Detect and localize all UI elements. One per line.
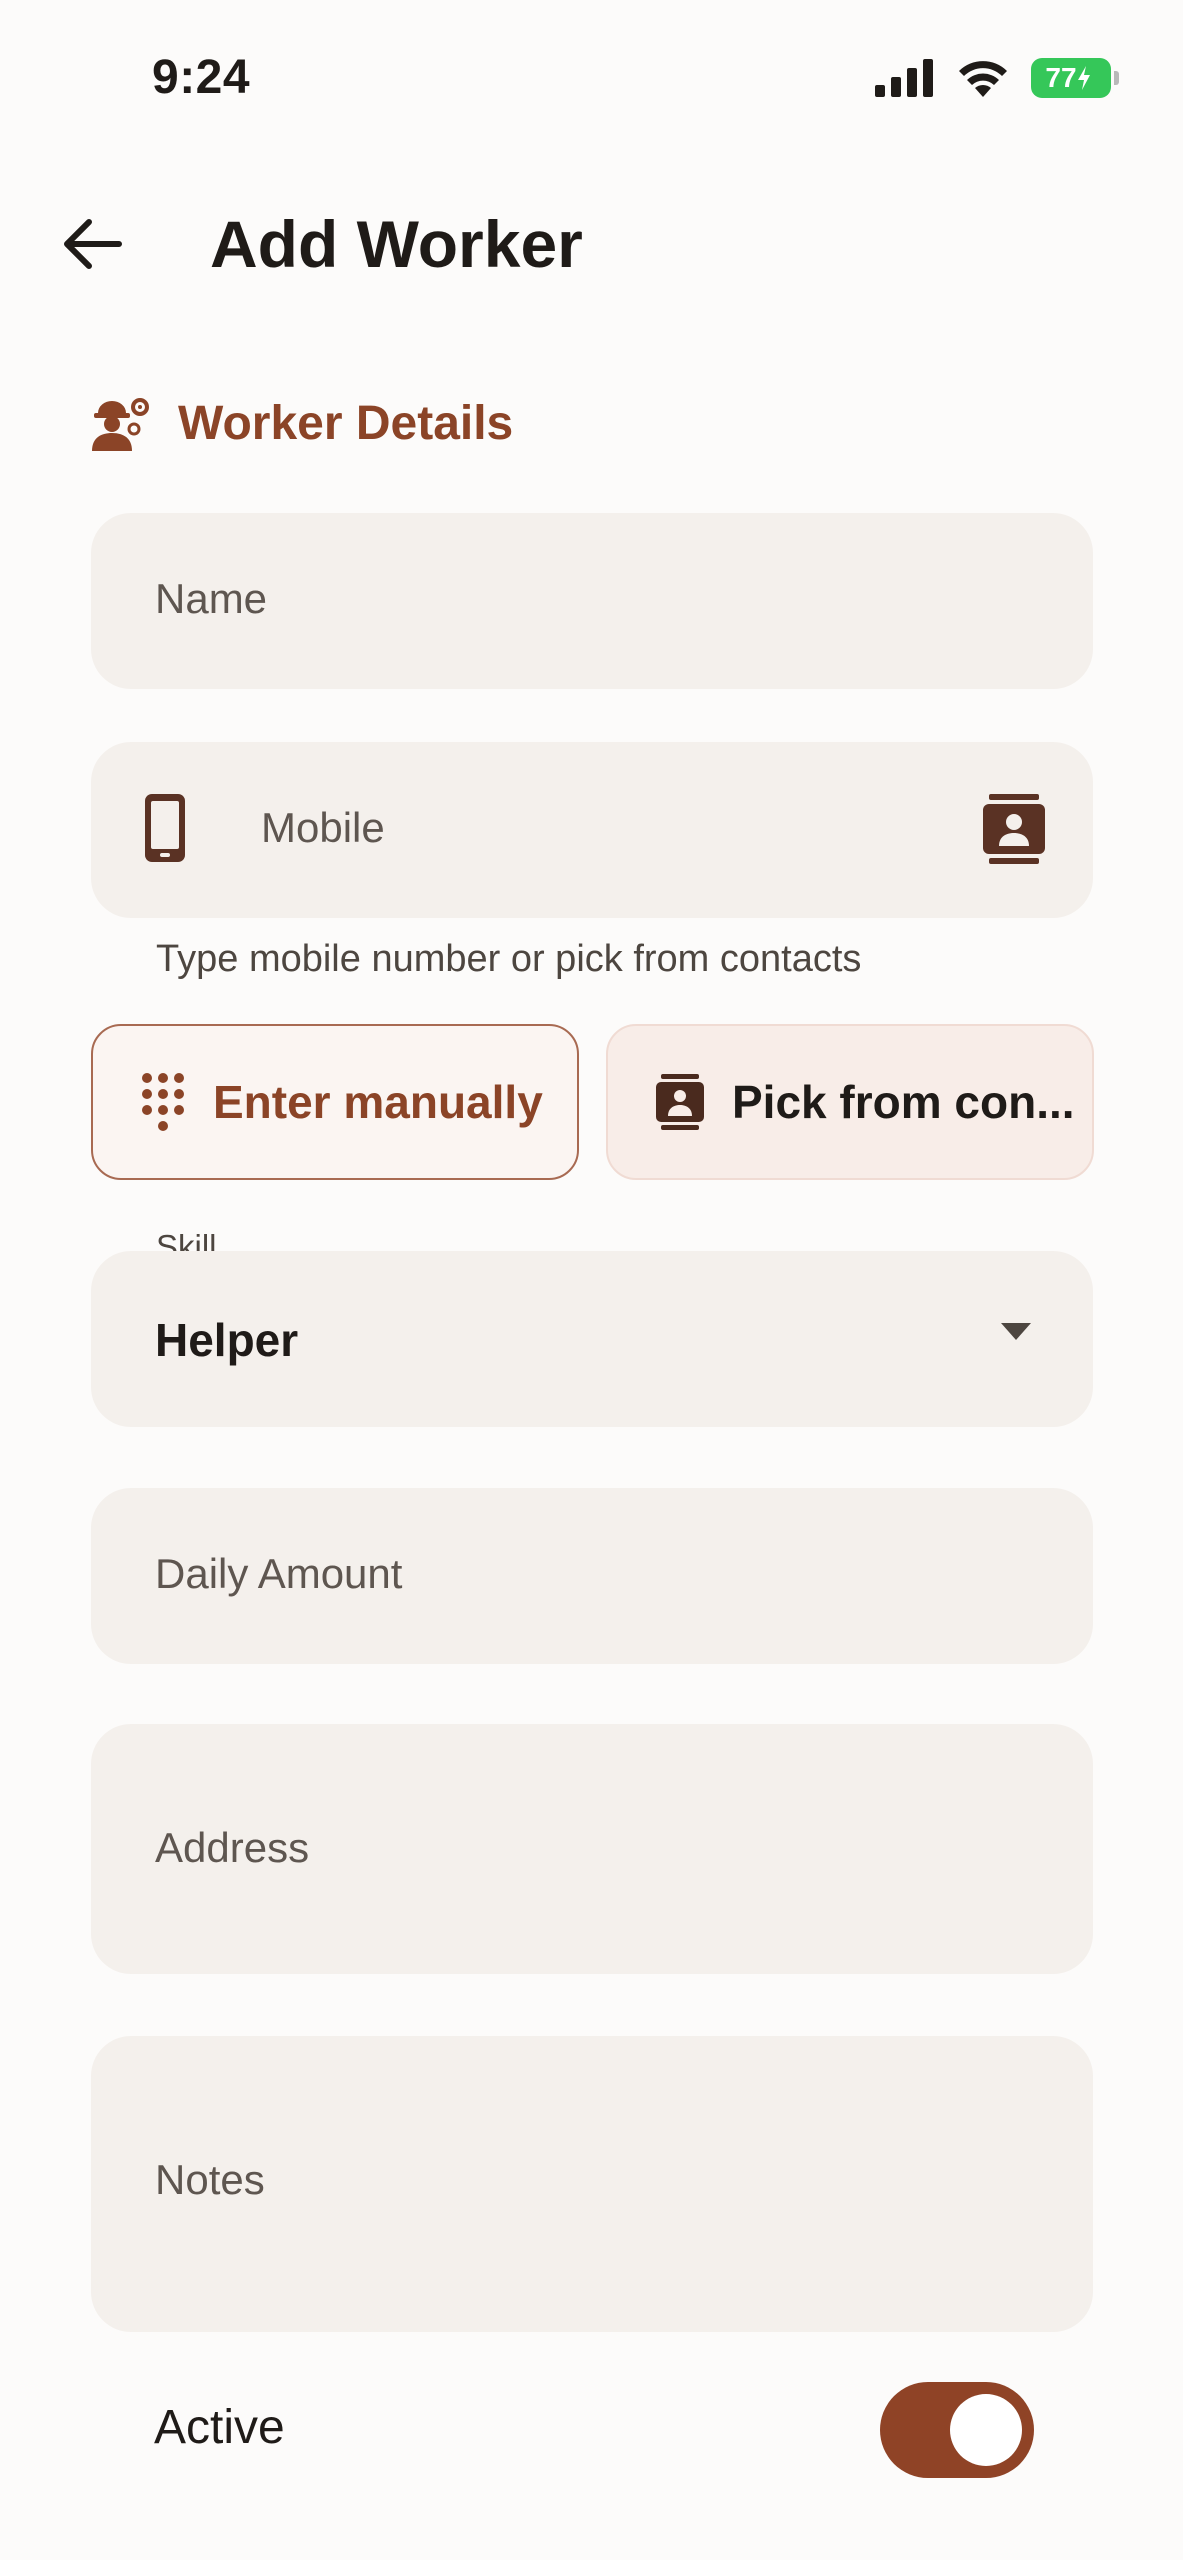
notes-placeholder: Notes bbox=[155, 2156, 265, 2203]
section-title: Worker Details bbox=[178, 396, 514, 450]
battery-level: 77 bbox=[1045, 62, 1077, 93]
status-bar: 9:24 77 bbox=[0, 0, 1183, 160]
charging-bolt-icon bbox=[1077, 66, 1090, 90]
status-icons: 77 bbox=[875, 58, 1119, 98]
section-header: Worker Details bbox=[90, 395, 513, 451]
name-placeholder: Name bbox=[155, 575, 268, 622]
dropdown-arrow-icon bbox=[1001, 1323, 1031, 1340]
dialpad-icon bbox=[142, 1073, 184, 1131]
skill-dropdown[interactable]: Helper bbox=[91, 1251, 1093, 1427]
daily-amount-field[interactable]: Daily Amount bbox=[91, 1488, 1093, 1664]
daily-amount-placeholder: Daily Amount bbox=[155, 1550, 403, 1597]
back-button[interactable] bbox=[50, 202, 134, 286]
app-bar: Add Worker bbox=[0, 180, 1183, 300]
battery-icon: 77 bbox=[1031, 58, 1119, 98]
add-worker-screen: 9:24 77 Add Worker Worker Details Name M… bbox=[0, 0, 1183, 2560]
enter-manually-button[interactable]: Enter manually bbox=[91, 1024, 579, 1180]
contacts-icon[interactable] bbox=[983, 794, 1045, 866]
notes-field[interactable]: Notes bbox=[91, 2036, 1093, 2332]
active-toggle[interactable] bbox=[880, 2382, 1034, 2478]
pick-from-contacts-button[interactable]: Pick from con... bbox=[606, 1024, 1094, 1180]
enter-manually-label: Enter manually bbox=[213, 1076, 543, 1128]
address-field[interactable]: Address bbox=[91, 1724, 1093, 1974]
worker-settings-icon bbox=[92, 398, 149, 451]
name-field[interactable]: Name bbox=[91, 513, 1093, 689]
phone-icon bbox=[143, 792, 187, 864]
pick-from-contacts-label: Pick from con... bbox=[732, 1076, 1075, 1128]
status-time: 9:24 bbox=[152, 51, 251, 104]
page-title: Add Worker bbox=[210, 207, 583, 281]
signal-icon bbox=[875, 59, 933, 97]
mobile-helper-text: Type mobile number or pick from contacts bbox=[156, 938, 862, 980]
contacts-icon bbox=[656, 1074, 704, 1130]
skill-value: Helper bbox=[155, 1314, 299, 1366]
mobile-field[interactable]: Mobile bbox=[91, 742, 1093, 918]
address-placeholder: Address bbox=[155, 1824, 310, 1871]
active-label: Active bbox=[154, 2401, 285, 2454]
toggle-knob bbox=[950, 2394, 1022, 2466]
wifi-icon bbox=[959, 61, 1007, 97]
arrow-left-icon bbox=[64, 219, 122, 269]
mobile-placeholder: Mobile bbox=[261, 804, 385, 851]
